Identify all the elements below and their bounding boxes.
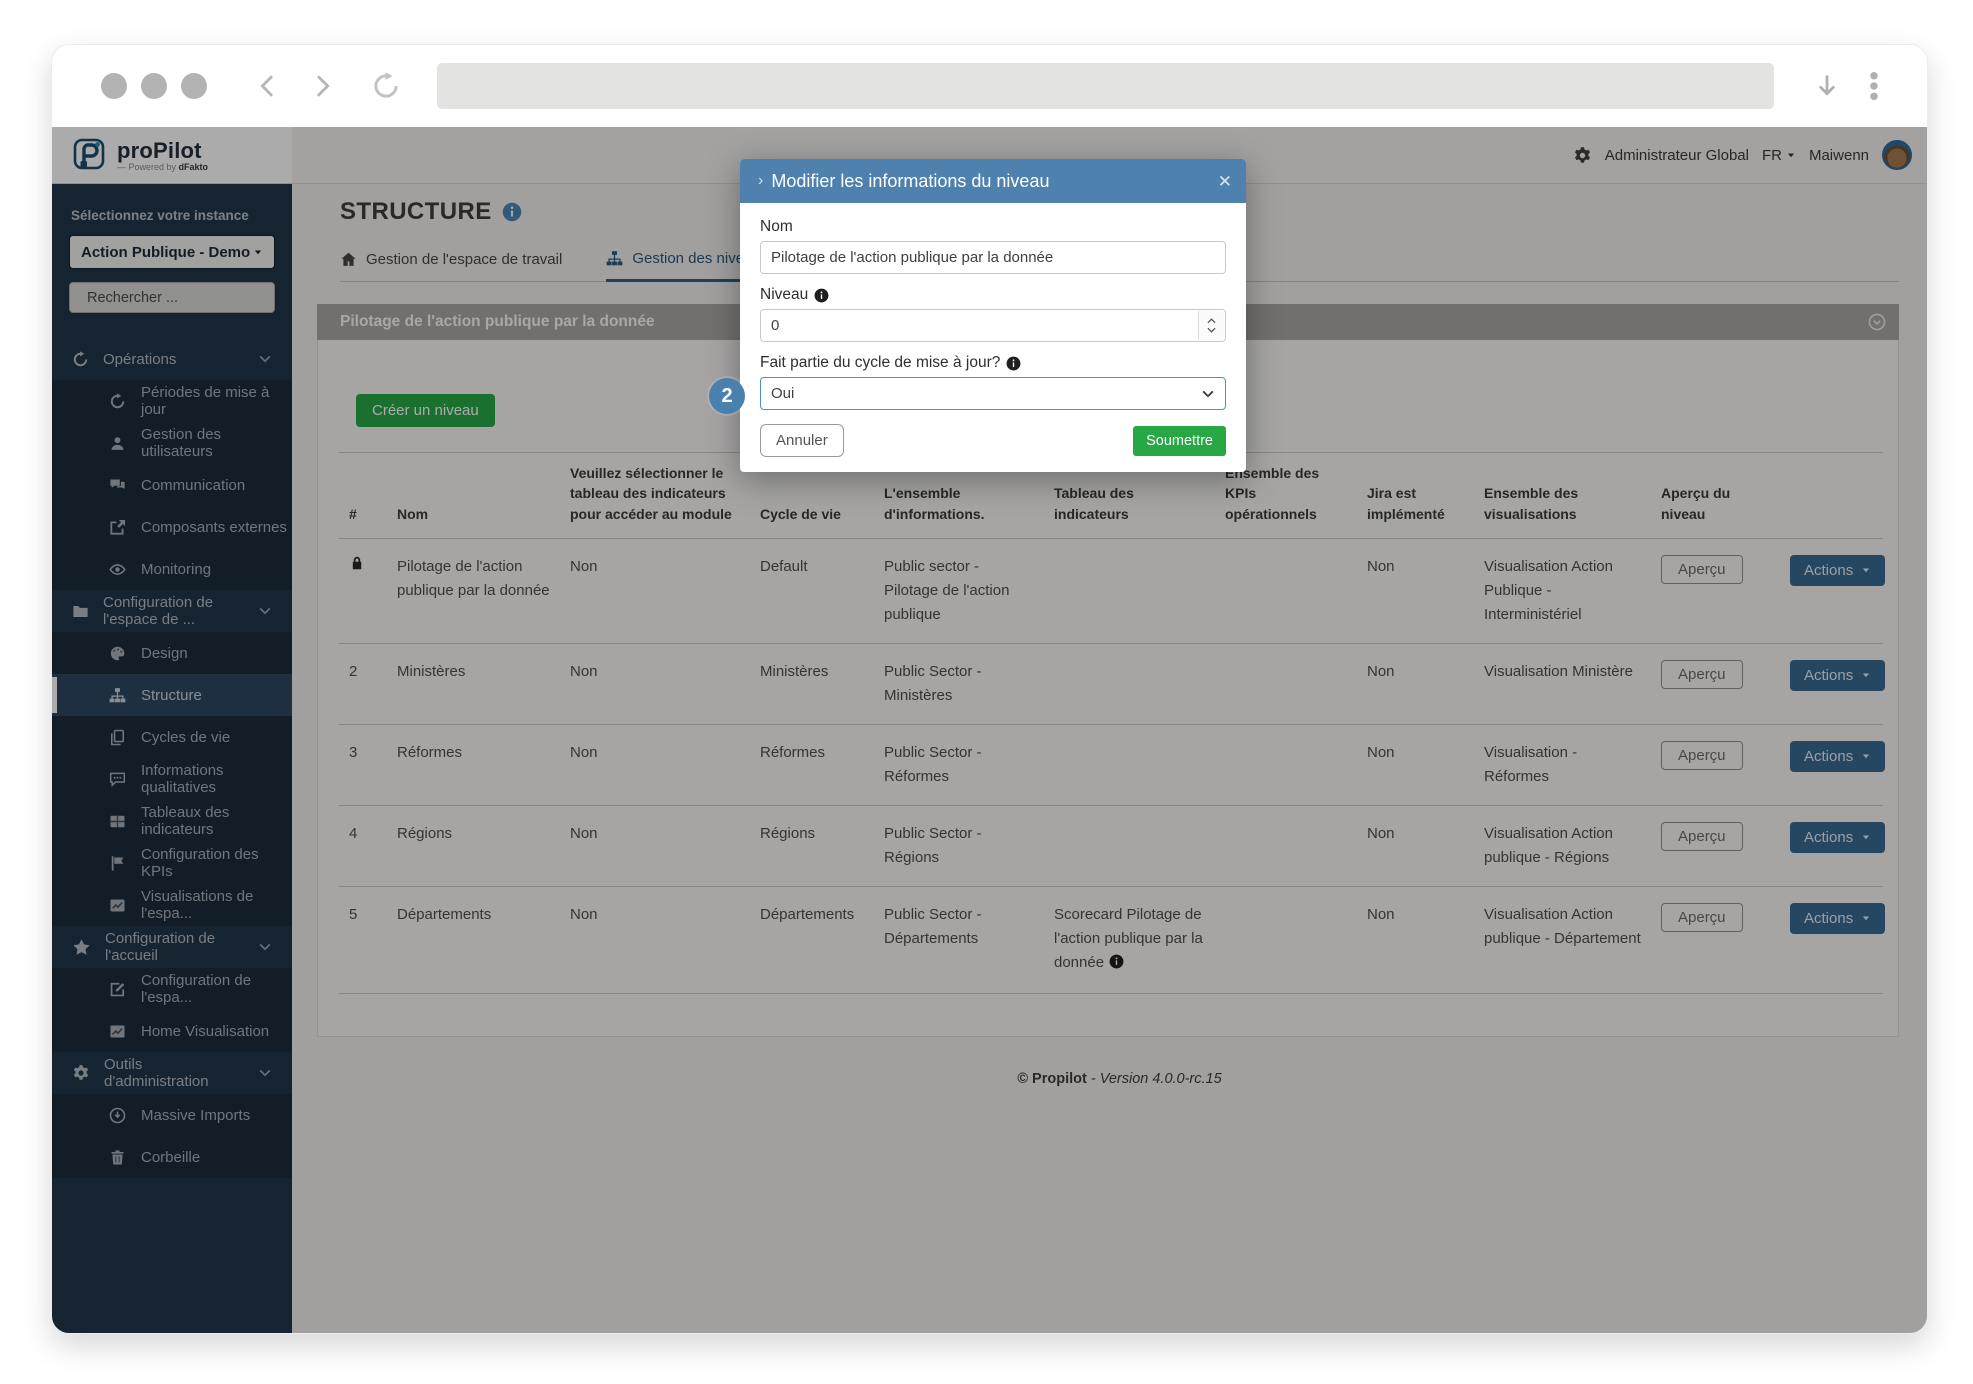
window-dot [101,73,127,99]
chevron-down-icon [1207,327,1216,333]
browser-window: proPilot — Powered by dFakto Administrat… [51,44,1928,1334]
url-bar[interactable] [437,63,1774,109]
chevron-up-icon [1207,318,1216,324]
cycle-select[interactable]: Oui [760,377,1226,410]
niveau-label: Niveau [760,286,1226,304]
info-icon[interactable] [814,288,829,303]
browser-chrome [52,45,1927,127]
close-icon[interactable]: ✕ [1218,173,1232,190]
modal-title: Modifier les informations du niveau [771,170,1050,191]
menu-dots-icon[interactable] [1868,71,1880,101]
forward-icon[interactable] [309,73,335,99]
submit-button[interactable]: Soumettre [1133,425,1226,456]
nom-field[interactable]: Pilotage de l'action publique par la don… [760,241,1226,274]
app-root: proPilot — Powered by dFakto Administrat… [52,127,1927,1333]
cycle-label: Fait partie du cycle de mise à jour? [760,354,1226,372]
window-dot [181,73,207,99]
back-icon[interactable] [255,73,281,99]
download-icon[interactable] [1814,73,1840,99]
stepper-arrows[interactable] [1198,311,1224,340]
chevron-right-icon: › [758,172,764,189]
refresh-page-icon[interactable] [371,71,401,101]
chevron-down-icon [1201,387,1215,401]
niveau-stepper[interactable]: 0 [760,309,1226,342]
window-control-dots [101,73,207,99]
edit-level-modal: › Modifier les informations du niveau ✕ N… [740,159,1246,472]
info-icon[interactable] [1006,356,1021,371]
nom-label: Nom [760,218,793,235]
window-dot [141,73,167,99]
step-annotation-badge: 2 [709,378,745,414]
cancel-button[interactable]: Annuler [760,424,844,457]
